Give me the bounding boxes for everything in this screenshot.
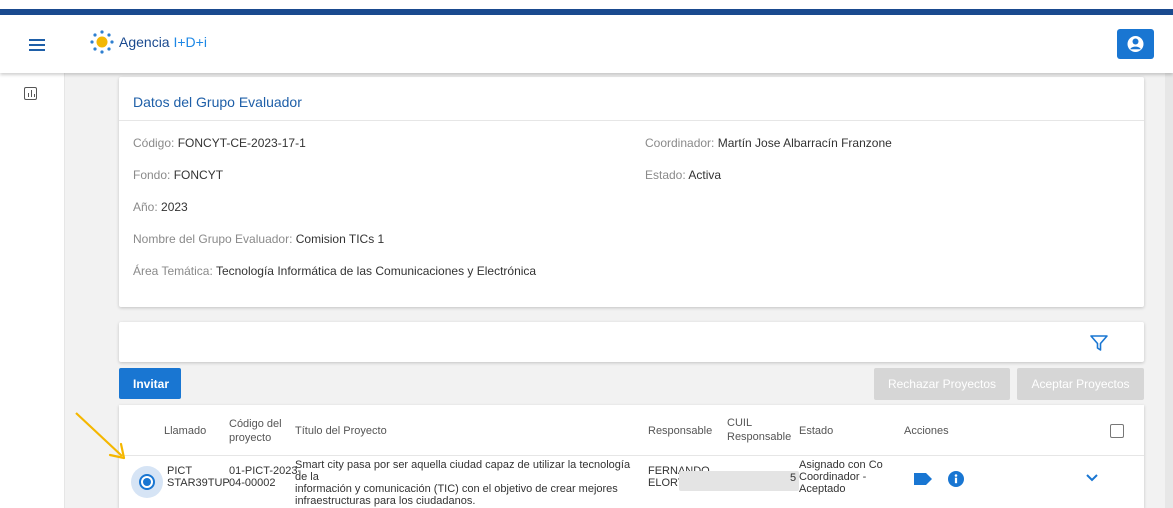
column-header-cuil[interactable]: CUIL Responsable	[727, 416, 791, 444]
user-button[interactable]	[1117, 29, 1154, 59]
top-strip	[0, 0, 1173, 9]
field-anio: Año: 2023	[133, 200, 188, 214]
brand-accent: I+D+i	[173, 34, 207, 50]
column-header-acciones: Acciones	[904, 425, 949, 437]
cell-codigo: 01-PICT-2023- 04-00002	[229, 465, 302, 489]
row-divider	[119, 455, 1144, 456]
user-icon	[1127, 36, 1144, 52]
menu-icon[interactable]	[29, 39, 45, 51]
filter-icon[interactable]	[1089, 334, 1109, 352]
agency-logo-icon	[90, 30, 114, 54]
row-radio[interactable]	[131, 466, 163, 498]
accept-projects-button[interactable]: Aceptar Proyectos	[1017, 368, 1144, 400]
chevron-down-icon[interactable]	[1085, 473, 1099, 483]
field-nombre: Nombre del Grupo Evaluador: Comision TIC…	[133, 232, 385, 246]
field-fondo: Fondo: FONCYT	[133, 168, 224, 182]
cell-estado: Asignado con Co Coordinador - Aceptado	[799, 459, 883, 495]
tag-icon[interactable]	[914, 473, 932, 485]
cell-llamado: PICT STAR39TUP	[167, 465, 230, 489]
column-header-responsable[interactable]: Responsable	[648, 424, 712, 438]
redacted-cuil	[679, 471, 799, 491]
column-header-estado[interactable]: Estado	[799, 424, 833, 438]
evaluator-group-card: Datos del Grupo Evaluador Código: FONCYT…	[119, 77, 1144, 307]
projects-table: Llamado Código del proyecto Título del P…	[119, 405, 1144, 508]
left-sidebar	[0, 73, 65, 508]
scrollbar-track[interactable]	[1165, 73, 1173, 508]
cell-cuil-tail: 5	[790, 472, 797, 484]
app-header: Agencia I+D+i	[0, 15, 1173, 73]
invite-button[interactable]: Invitar	[119, 368, 181, 399]
column-header-titulo[interactable]: Título del Proyecto	[295, 424, 387, 438]
filter-bar	[119, 322, 1144, 362]
column-header-codigo[interactable]: Código del proyecto	[229, 417, 282, 445]
field-coordinador: Coordinador: Martín Jose Albarracín Fran…	[645, 136, 892, 150]
field-codigo: Código: FONCYT-CE-2023-17-1	[133, 136, 306, 150]
cell-titulo: Smart city pasa por ser aquella ciudad c…	[295, 459, 631, 507]
brand-main: Agencia	[119, 34, 174, 50]
card-title: Datos del Grupo Evaluador	[133, 94, 302, 110]
divider	[119, 120, 1144, 121]
info-icon[interactable]	[948, 471, 964, 487]
field-estado: Estado: Activa	[645, 168, 722, 182]
select-all-checkbox[interactable]	[1110, 424, 1124, 438]
brand-name[interactable]: Agencia I+D+i	[119, 34, 207, 50]
field-area: Área Temática: Tecnología Informática de…	[133, 264, 537, 278]
column-header-llamado[interactable]: Llamado	[164, 424, 206, 438]
chart-icon[interactable]	[24, 87, 37, 100]
reject-projects-button[interactable]: Rechazar Proyectos	[874, 368, 1010, 400]
